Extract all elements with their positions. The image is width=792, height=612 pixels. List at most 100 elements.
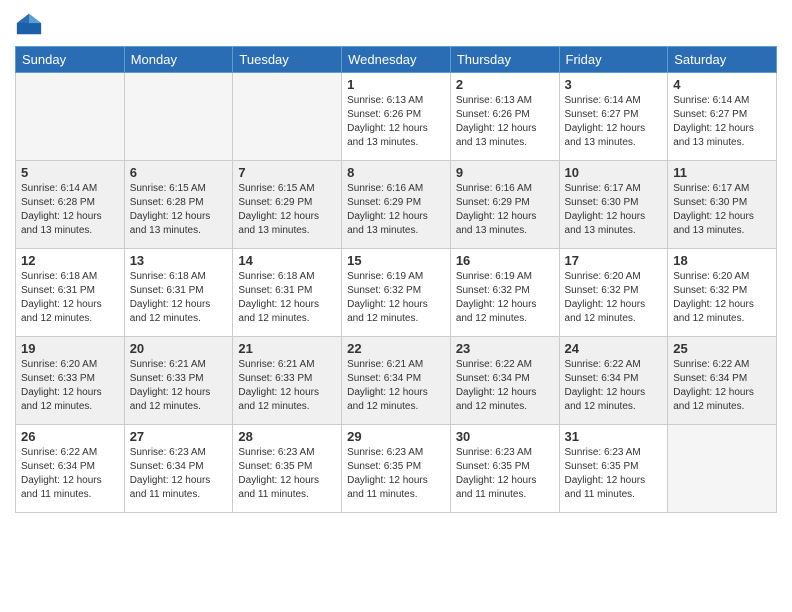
- day-number: 8: [347, 165, 445, 180]
- calendar-cell: 27Sunrise: 6:23 AMSunset: 6:34 PMDayligh…: [124, 425, 233, 513]
- day-info: Sunrise: 6:19 AMSunset: 6:32 PMDaylight:…: [347, 270, 445, 326]
- day-number: 13: [130, 253, 228, 268]
- calendar-cell: 11 Sunrise: 6:17 AMSunset: 6:30 PMDayligh…: [668, 161, 777, 249]
- header: [15, 10, 777, 38]
- calendar-week-row: 26 Sunrise: 6:22 AMSunset: 6:34 PMDayligh…: [16, 425, 777, 513]
- day-number: 29: [347, 429, 445, 444]
- day-info: Sunrise: 6:22 AMSunset: 6:34 PMDaylight:…: [456, 358, 554, 414]
- calendar-cell: 31 Sunrise: 6:23 AMSunset: 6:35 PMDayligh…: [559, 425, 668, 513]
- calendar-cell: 26 Sunrise: 6:22 AMSunset: 6:34 PMDayligh…: [16, 425, 125, 513]
- calendar-cell: 16 Sunrise: 6:19 AMSunset: 6:32 PMDayligh…: [450, 249, 559, 337]
- day-info: Sunrise: 6:16 AMSunset: 6:29 PMDaylight:…: [456, 182, 554, 238]
- calendar-header-row: Sunday Monday Tuesday Wednesday Thursday…: [16, 47, 777, 73]
- calendar-cell: 29 Sunrise: 6:23 AMSunset: 6:35 PMDayligh…: [342, 425, 451, 513]
- day-info: Sunrise: 6:18 AMSunset: 6:31 PMDaylight:…: [21, 270, 119, 326]
- calendar-cell: [124, 73, 233, 161]
- calendar-cell: 18 Sunrise: 6:20 AMSunset: 6:32 PMDayligh…: [668, 249, 777, 337]
- day-number: 24: [565, 341, 663, 356]
- header-wednesday: Wednesday: [342, 47, 451, 73]
- day-info: Sunrise: 6:22 AMSunset: 6:34 PMDaylight:…: [565, 358, 663, 414]
- calendar-week-row: 1 Sunrise: 6:13 AMSunset: 6:26 PMDaylight…: [16, 73, 777, 161]
- day-number: 28: [238, 429, 336, 444]
- day-info: Sunrise: 6:22 AMSunset: 6:34 PMDaylight:…: [21, 446, 119, 502]
- day-info: Sunrise: 6:14 AMSunset: 6:28 PMDaylight:…: [21, 182, 119, 238]
- calendar-cell: 9 Sunrise: 6:16 AMSunset: 6:29 PMDaylight…: [450, 161, 559, 249]
- page: Sunday Monday Tuesday Wednesday Thursday…: [0, 0, 792, 612]
- header-friday: Friday: [559, 47, 668, 73]
- day-info: Sunrise: 6:13 AMSunset: 6:26 PMDaylight:…: [347, 94, 445, 150]
- calendar-cell: 17 Sunrise: 6:20 AMSunset: 6:32 PMDayligh…: [559, 249, 668, 337]
- day-info: Sunrise: 6:23 AMSunset: 6:35 PMDaylight:…: [565, 446, 663, 502]
- calendar-week-row: 19 Sunrise: 6:20 AMSunset: 6:33 PMDayligh…: [16, 337, 777, 425]
- day-info: Sunrise: 6:23 AMSunset: 6:34 PMDaylight:…: [130, 446, 228, 502]
- day-number: 18: [673, 253, 771, 268]
- day-info: Sunrise: 6:16 AMSunset: 6:29 PMDaylight:…: [347, 182, 445, 238]
- day-number: 12: [21, 253, 119, 268]
- day-info: Sunrise: 6:23 AMSunset: 6:35 PMDaylight:…: [347, 446, 445, 502]
- logo-icon: [15, 10, 43, 38]
- calendar-cell: 23 Sunrise: 6:22 AMSunset: 6:34 PMDayligh…: [450, 337, 559, 425]
- day-number: 11: [673, 165, 771, 180]
- day-number: 9: [456, 165, 554, 180]
- calendar-cell: 12 Sunrise: 6:18 AMSunset: 6:31 PMDayligh…: [16, 249, 125, 337]
- calendar-cell: 5 Sunrise: 6:14 AMSunset: 6:28 PMDaylight…: [16, 161, 125, 249]
- day-info: Sunrise: 6:23 AMSunset: 6:35 PMDaylight:…: [238, 446, 336, 502]
- calendar-cell: 4 Sunrise: 6:14 AMSunset: 6:27 PMDaylight…: [668, 73, 777, 161]
- calendar-table: Sunday Monday Tuesday Wednesday Thursday…: [15, 46, 777, 513]
- calendar-cell: 30Sunrise: 6:23 AMSunset: 6:35 PMDayligh…: [450, 425, 559, 513]
- calendar-cell: [668, 425, 777, 513]
- day-number: 17: [565, 253, 663, 268]
- day-info: Sunrise: 6:14 AMSunset: 6:27 PMDaylight:…: [673, 94, 771, 150]
- calendar-cell: 22Sunrise: 6:21 AMSunset: 6:34 PMDayligh…: [342, 337, 451, 425]
- day-info: Sunrise: 6:22 AMSunset: 6:34 PMDaylight:…: [673, 358, 771, 414]
- header-monday: Monday: [124, 47, 233, 73]
- calendar-cell: 24 Sunrise: 6:22 AMSunset: 6:34 PMDayligh…: [559, 337, 668, 425]
- calendar-week-row: 12 Sunrise: 6:18 AMSunset: 6:31 PMDayligh…: [16, 249, 777, 337]
- day-info: Sunrise: 6:21 AMSunset: 6:33 PMDaylight:…: [238, 358, 336, 414]
- header-saturday: Saturday: [668, 47, 777, 73]
- calendar-cell: 20 Sunrise: 6:21 AMSunset: 6:33 PMDayligh…: [124, 337, 233, 425]
- day-number: 6: [130, 165, 228, 180]
- day-number: 30: [456, 429, 554, 444]
- day-info: Sunrise: 6:15 AMSunset: 6:28 PMDaylight:…: [130, 182, 228, 238]
- calendar-cell: 10 Sunrise: 6:17 AMSunset: 6:30 PMDayligh…: [559, 161, 668, 249]
- calendar-cell: 13Sunrise: 6:18 AMSunset: 6:31 PMDayligh…: [124, 249, 233, 337]
- day-number: 16: [456, 253, 554, 268]
- calendar-cell: [233, 73, 342, 161]
- header-tuesday: Tuesday: [233, 47, 342, 73]
- day-number: 21: [238, 341, 336, 356]
- day-number: 31: [565, 429, 663, 444]
- day-info: Sunrise: 6:21 AMSunset: 6:33 PMDaylight:…: [130, 358, 228, 414]
- day-number: 19: [21, 341, 119, 356]
- day-number: 1: [347, 77, 445, 92]
- day-info: Sunrise: 6:17 AMSunset: 6:30 PMDaylight:…: [565, 182, 663, 238]
- header-thursday: Thursday: [450, 47, 559, 73]
- day-number: 22: [347, 341, 445, 356]
- day-number: 20: [130, 341, 228, 356]
- calendar-cell: 15 Sunrise: 6:19 AMSunset: 6:32 PMDayligh…: [342, 249, 451, 337]
- day-number: 5: [21, 165, 119, 180]
- day-info: Sunrise: 6:13 AMSunset: 6:26 PMDaylight:…: [456, 94, 554, 150]
- day-number: 3: [565, 77, 663, 92]
- calendar-cell: 19 Sunrise: 6:20 AMSunset: 6:33 PMDayligh…: [16, 337, 125, 425]
- calendar-cell: 14 Sunrise: 6:18 AMSunset: 6:31 PMDayligh…: [233, 249, 342, 337]
- calendar-cell: 3Sunrise: 6:14 AMSunset: 6:27 PMDaylight…: [559, 73, 668, 161]
- day-info: Sunrise: 6:17 AMSunset: 6:30 PMDaylight:…: [673, 182, 771, 238]
- day-info: Sunrise: 6:20 AMSunset: 6:32 PMDaylight:…: [673, 270, 771, 326]
- day-info: Sunrise: 6:19 AMSunset: 6:32 PMDaylight:…: [456, 270, 554, 326]
- day-number: 15: [347, 253, 445, 268]
- day-info: Sunrise: 6:20 AMSunset: 6:33 PMDaylight:…: [21, 358, 119, 414]
- calendar-week-row: 5 Sunrise: 6:14 AMSunset: 6:28 PMDaylight…: [16, 161, 777, 249]
- day-info: Sunrise: 6:18 AMSunset: 6:31 PMDaylight:…: [238, 270, 336, 326]
- day-number: 26: [21, 429, 119, 444]
- calendar-cell: 2Sunrise: 6:13 AMSunset: 6:26 PMDaylight…: [450, 73, 559, 161]
- day-number: 10: [565, 165, 663, 180]
- calendar-cell: 7Sunrise: 6:15 AMSunset: 6:29 PMDaylight…: [233, 161, 342, 249]
- day-number: 4: [673, 77, 771, 92]
- calendar-cell: 21 Sunrise: 6:21 AMSunset: 6:33 PMDayligh…: [233, 337, 342, 425]
- day-number: 14: [238, 253, 336, 268]
- day-info: Sunrise: 6:20 AMSunset: 6:32 PMDaylight:…: [565, 270, 663, 326]
- day-number: 23: [456, 341, 554, 356]
- day-number: 25: [673, 341, 771, 356]
- calendar-cell: 1 Sunrise: 6:13 AMSunset: 6:26 PMDaylight…: [342, 73, 451, 161]
